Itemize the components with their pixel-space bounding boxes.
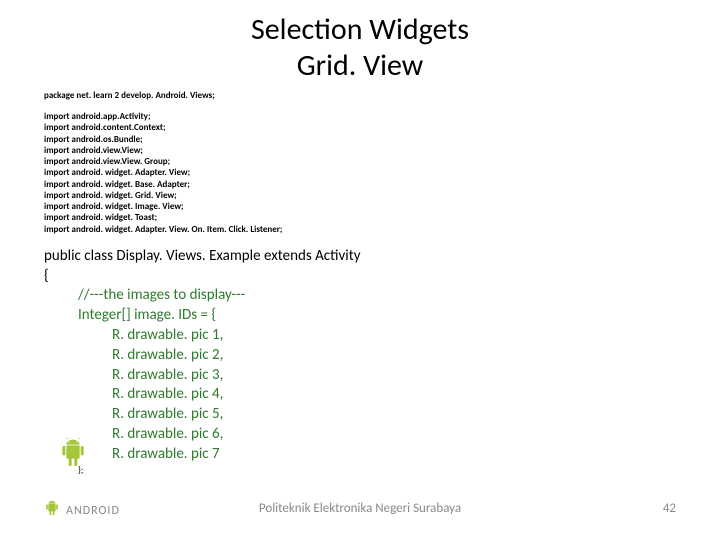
import-line: import android.os.Bundle;: [44, 134, 720, 145]
import-line: import android.view.View;: [44, 145, 720, 156]
class-declaration: public class Display. Views. Example ext…: [44, 247, 720, 267]
footer-institution: Politeknik Elektronika Negeri Surabaya: [0, 501, 720, 516]
import-block: import android.app.Activity; import andr…: [44, 111, 720, 235]
array-item: R. drawable. pic 4,: [44, 385, 720, 405]
import-line: import android. widget. Base. Adapter;: [44, 179, 720, 190]
android-robot-icon: [56, 438, 90, 478]
array-close: };: [44, 465, 720, 477]
page-number: 42: [663, 501, 676, 516]
array-item: R. drawable. pic 2,: [44, 346, 720, 366]
array-item: R. drawable. pic 6,: [44, 425, 720, 445]
import-line: import android. widget. Grid. View;: [44, 190, 720, 201]
import-line: import android. widget. Image. View;: [44, 201, 720, 212]
import-line: import android. widget. Adapter. View;: [44, 167, 720, 178]
code-comment: //---the images to display---: [44, 286, 720, 306]
title-line-1: Selection Widgets: [251, 11, 469, 48]
import-line: import android. widget. Adapter. View. O…: [44, 224, 720, 235]
array-declaration: Integer[] image. IDs = {: [44, 306, 720, 326]
import-line: import android. widget. Toast;: [44, 212, 720, 223]
class-body: public class Display. Views. Example ext…: [44, 247, 720, 477]
array-item: R. drawable. pic 5,: [44, 405, 720, 425]
open-brace: {: [44, 267, 720, 287]
import-line: import android.content.Context;: [44, 122, 720, 133]
package-declaration: package net. learn 2 develop. Android. V…: [44, 90, 720, 101]
array-item: R. drawable. pic 3,: [44, 366, 720, 386]
slide-title: Selection Widgets Grid. View: [0, 0, 720, 84]
title-line-2: Grid. View: [297, 47, 424, 84]
import-line: import android.app.Activity;: [44, 111, 720, 122]
import-line: import android.view.View. Group;: [44, 156, 720, 167]
array-item: R. drawable. pic 7: [44, 445, 720, 465]
array-item: R. drawable. pic 1,: [44, 326, 720, 346]
